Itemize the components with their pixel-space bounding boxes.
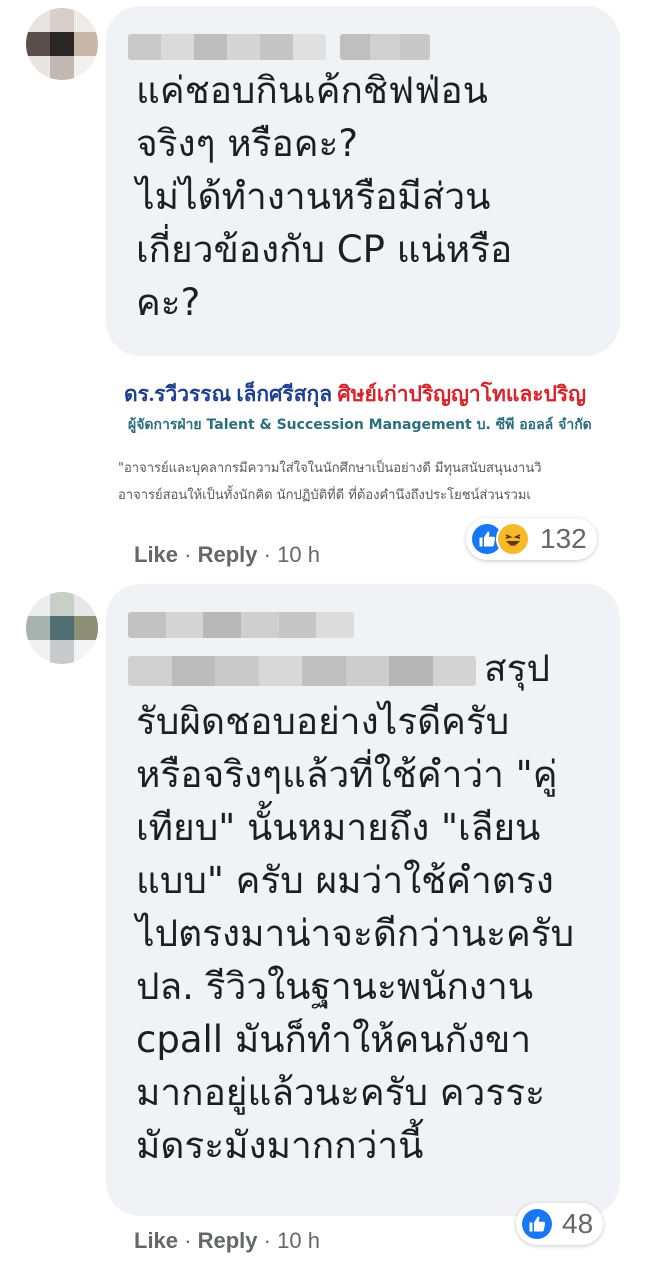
- like-link[interactable]: Like: [134, 542, 178, 567]
- separator: ·: [184, 542, 192, 567]
- author-name-redacted[interactable]: [340, 34, 430, 60]
- reply-link[interactable]: Reply: [198, 1228, 258, 1253]
- timestamp[interactable]: 10 h: [277, 542, 320, 567]
- separator: ·: [263, 542, 271, 567]
- comment-text: แค่ชอบกินเค้กชิฟฟ่อน จริงๆ หรือคะ? ไม่ได…: [136, 69, 513, 324]
- reaction-summary[interactable]: 48: [516, 1203, 604, 1245]
- comment-actions: Like · Reply · 10 h: [134, 542, 320, 568]
- avatar[interactable]: [26, 592, 98, 664]
- comment-bubble: แค่ชอบกินเค้กชิฟฟ่อน จริงๆ หรือคะ? ไม่ได…: [106, 6, 620, 356]
- like-icon: [522, 1209, 552, 1239]
- comment-text: รับผิดชอบอย่างไรดีครับ หรือจริงๆแล้วที่ใ…: [136, 700, 575, 1167]
- image-heading: ดร.รวีวรรณ เล็กศรีสกุล ศิษย์เก่าปริญญาโท…: [124, 382, 587, 406]
- comment-text-suffix: สรุป: [484, 647, 550, 690]
- separator: ·: [263, 1228, 271, 1253]
- image-quote-line: "อาจารย์และบุคลากรมีความใส่ใจในนักศึกษาเ…: [118, 461, 542, 476]
- timestamp[interactable]: 10 h: [277, 1228, 320, 1253]
- reaction-count: 132: [540, 523, 587, 554]
- comment-bubble: สรุป รับผิดชอบอย่างไรดีครับ หรือจริงๆแล้…: [106, 584, 620, 1216]
- haha-icon: [496, 522, 530, 556]
- attached-image[interactable]: ดร.รวีวรรณ เล็กศรีสกุล ศิษย์เก่าปริญญาโท…: [106, 362, 620, 524]
- reply-link[interactable]: Reply: [198, 542, 258, 567]
- separator: ·: [184, 1228, 192, 1253]
- image-quote-line: อาจารย์สอนให้เป็นทั้งนักคิด นักปฏิบัติที…: [118, 488, 531, 503]
- reaction-summary[interactable]: 132: [466, 518, 597, 560]
- avatar[interactable]: [26, 8, 98, 80]
- like-link[interactable]: Like: [134, 1228, 178, 1253]
- author-name-redacted[interactable]: [128, 612, 354, 638]
- author-name-redacted[interactable]: [128, 34, 326, 60]
- reaction-count: 48: [562, 1208, 594, 1239]
- comment-actions: Like · Reply · 10 h: [134, 1228, 320, 1254]
- image-subheading: ผู้จัดการฝ่าย Talent & Succession Manage…: [128, 417, 592, 433]
- author-name-redacted[interactable]: [128, 656, 476, 686]
